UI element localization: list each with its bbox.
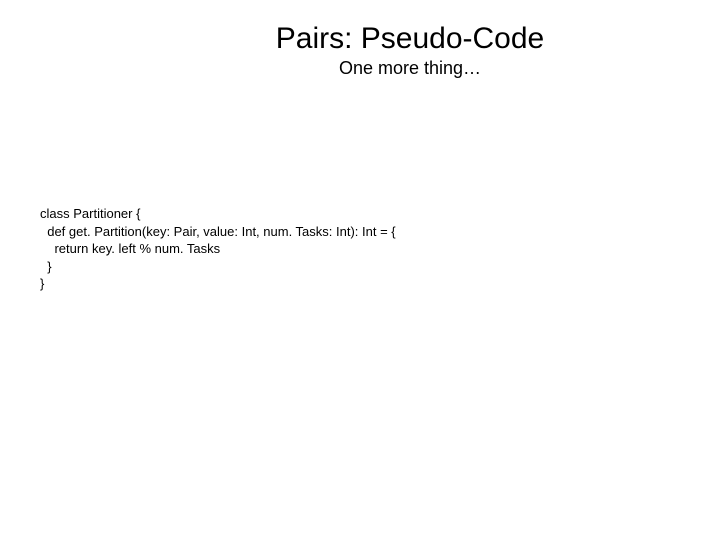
slide-title: Pairs: Pseudo-Code	[0, 0, 720, 56]
slide-container: Pairs: Pseudo-Code One more thing… class…	[0, 0, 720, 540]
code-line: class Partitioner {	[40, 205, 396, 223]
code-block: class Partitioner { def get. Partition(k…	[40, 205, 396, 293]
code-line: }	[40, 258, 396, 276]
code-line: def get. Partition(key: Pair, value: Int…	[40, 223, 396, 241]
slide-subtitle: One more thing…	[0, 56, 720, 79]
code-line: }	[40, 275, 396, 293]
code-line: return key. left % num. Tasks	[40, 240, 396, 258]
